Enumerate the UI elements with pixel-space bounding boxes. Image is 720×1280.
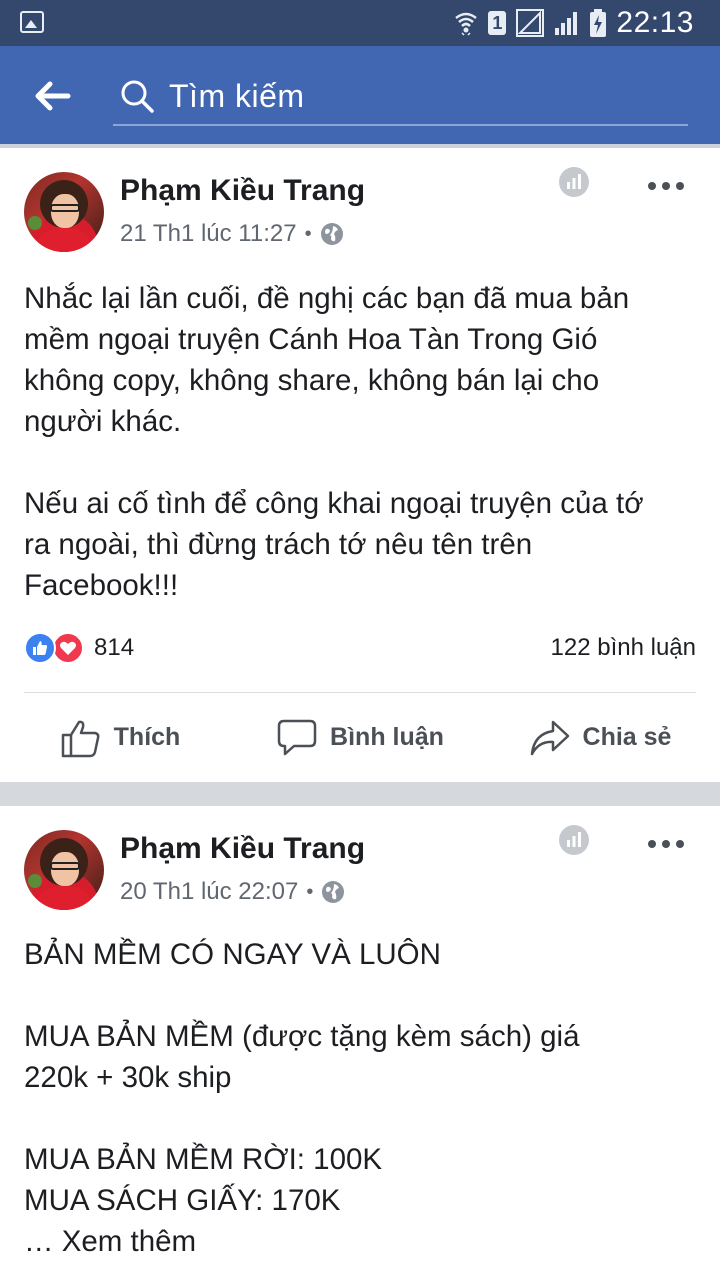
author-name[interactable]: Phạm Kiều Trang xyxy=(120,174,365,208)
author-name[interactable]: Phạm Kiều Trang xyxy=(120,832,365,866)
arrow-left-icon xyxy=(35,81,71,111)
clock: 22:13 xyxy=(616,6,694,39)
search-field[interactable] xyxy=(113,70,688,126)
post-text-body: BẢN MỀM CÓ NGAY VÀ LUÔN MUA BẢN MỀM (đượ… xyxy=(24,938,580,1217)
globe-icon xyxy=(320,223,343,245)
comment-count[interactable]: 122 bình luận xyxy=(551,634,696,662)
like-button[interactable]: Thích xyxy=(0,693,240,782)
meta-separator: • xyxy=(304,222,312,245)
gallery-icon xyxy=(20,11,44,33)
post-separator xyxy=(0,782,720,806)
comment-icon xyxy=(277,719,317,755)
insights-icon[interactable] xyxy=(558,824,590,856)
signal-icon xyxy=(555,12,578,35)
status-bar: 1 22:13 xyxy=(0,0,720,46)
share-icon xyxy=(530,720,569,755)
thumbs-up-icon xyxy=(61,720,100,757)
search-icon xyxy=(121,80,154,113)
signal-icon xyxy=(516,9,545,37)
wifi-icon xyxy=(455,12,478,36)
share-button[interactable]: Chia sẻ xyxy=(480,693,720,782)
post-meta: 20 Th1 lúc 22:07 • xyxy=(120,878,345,906)
avatar[interactable] xyxy=(24,830,104,910)
more-options-icon[interactable] xyxy=(648,840,684,848)
insights-icon[interactable] xyxy=(558,166,590,198)
post-text: Nhắc lại lần cuối, đề nghị các bạn đã mu… xyxy=(24,282,644,602)
comment-button[interactable]: Bình luận xyxy=(240,693,480,782)
see-more-link[interactable]: … Xem thêm xyxy=(24,1225,196,1258)
reaction-count: 814 xyxy=(94,634,135,661)
battery-charging-icon xyxy=(590,9,607,37)
like-reaction-icon xyxy=(24,632,56,664)
globe-icon xyxy=(322,881,345,903)
post-timestamp[interactable]: 21 Th1 lúc 11:27 xyxy=(120,220,297,248)
post-actions: Thích Bình luận Chia sẻ xyxy=(0,693,720,782)
like-label: Thích xyxy=(113,723,181,751)
love-reaction-icon xyxy=(52,632,84,664)
search-header xyxy=(0,46,720,144)
status-icons: 1 22:13 xyxy=(454,6,694,40)
sim-icon: 1 xyxy=(488,11,507,35)
more-options-icon[interactable] xyxy=(648,182,684,190)
post-timestamp[interactable]: 20 Th1 lúc 22:07 xyxy=(120,878,298,906)
back-button[interactable] xyxy=(30,74,74,118)
meta-separator: • xyxy=(306,880,314,903)
post-card: Phạm Kiều Trang 20 Th1 lúc 22:07 • BẢN M… xyxy=(0,806,720,1280)
post-text: BẢN MỀM CÓ NGAY VÀ LUÔN MUA BẢN MỀM (đượ… xyxy=(24,934,704,1262)
avatar[interactable] xyxy=(24,172,104,252)
share-label: Chia sẻ xyxy=(582,723,672,751)
post-card: Phạm Kiều Trang 21 Th1 lúc 11:27 • Nhắc … xyxy=(0,148,720,782)
comment-label: Bình luận xyxy=(330,723,444,751)
search-input[interactable] xyxy=(169,74,669,118)
reactions-summary[interactable]: 814 xyxy=(24,632,134,664)
post-meta: 21 Th1 lúc 11:27 • xyxy=(120,220,344,248)
